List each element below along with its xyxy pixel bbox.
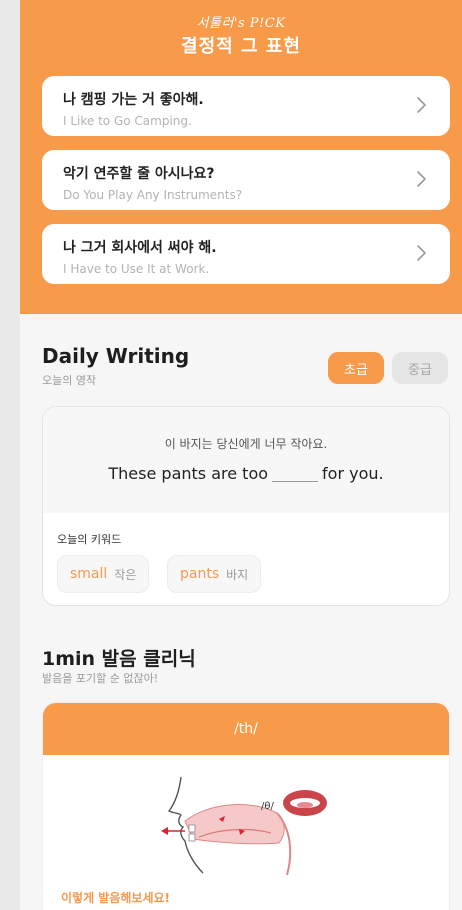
english-after-blank: for you. [322, 464, 384, 483]
level-intermediate-button[interactable]: 중급 [392, 352, 448, 384]
phrase-english: Do You Play Any Instruments? [63, 188, 243, 202]
phrase-korean: 나 그거 회사에서 써야 해. [63, 240, 217, 256]
chevron-right-icon [417, 171, 426, 187]
phrase-korean: 악기 연주할 줄 아시나요? [63, 166, 215, 182]
keyword-label: 오늘의 키워드 [57, 533, 122, 546]
answer-blank[interactable] [272, 466, 319, 482]
pick-title: 결정적 그 표현 [181, 36, 301, 57]
keyword-word: pants [180, 566, 220, 582]
pick-brand: 서툴러's P!CK [196, 16, 286, 31]
phrase-english: I Like to Go Camping. [63, 114, 192, 128]
chevron-right-icon [417, 97, 426, 113]
keyword-meaning: 바지 [226, 567, 249, 582]
keyword-chip[interactable]: pants 바지 [167, 555, 262, 593]
chevron-right-icon [417, 245, 426, 261]
writing-question: 이 바지는 당신에게 너무 작아요. These pants are too fo… [43, 407, 449, 513]
app-screen: 서툴러's P!CK 결정적 그 표현 나 캠핑 가는 거 좋아해. I Lik… [20, 0, 462, 910]
daily-writing-title: Daily Writing [42, 344, 190, 368]
pronunciation-hint: 이렇게 발음해보세요! [61, 891, 171, 905]
daily-writing-card: 이 바지는 당신에게 너무 작아요. These pants are too fo… [42, 406, 450, 606]
mouth-diagram-icon: /θ/ [159, 773, 333, 875]
phrase-korean: 나 캠핑 가는 거 좋아해. [63, 92, 204, 108]
keyword-meaning: 작은 [114, 567, 137, 582]
english-before-blank: These pants are too [108, 464, 269, 483]
level-beginner-button[interactable]: 초급 [328, 352, 384, 384]
phrase-card[interactable]: 악기 연주할 줄 아시나요? Do You Play Any Instrumen… [42, 150, 450, 210]
diagram-label: /θ/ [261, 801, 274, 812]
keyword-word: small [70, 566, 108, 582]
daily-writing-subtitle: 오늘의 영작 [42, 374, 97, 387]
pronunciation-card[interactable]: /th/ /θ/ 이렇게 발음해보세요! [42, 702, 450, 910]
pronunciation-sound: /th/ [43, 703, 449, 755]
phrase-english: I Have to Use It at Work. [63, 262, 210, 276]
pronunciation-title: 1min 발음 클리닉 [42, 648, 196, 670]
phrase-card[interactable]: 나 캠핑 가는 거 좋아해. I Like to Go Camping. [42, 76, 450, 136]
korean-sentence: 이 바지는 당신에게 너무 작아요. [164, 437, 328, 451]
english-sentence: These pants are too for you. [43, 464, 449, 483]
phrase-card[interactable]: 나 그거 회사에서 써야 해. I Have to Use It at Work… [42, 224, 450, 284]
pronunciation-subtitle: 발음을 포기할 순 없잖아! [42, 672, 159, 685]
keyword-chip[interactable]: small 작은 [57, 555, 150, 593]
